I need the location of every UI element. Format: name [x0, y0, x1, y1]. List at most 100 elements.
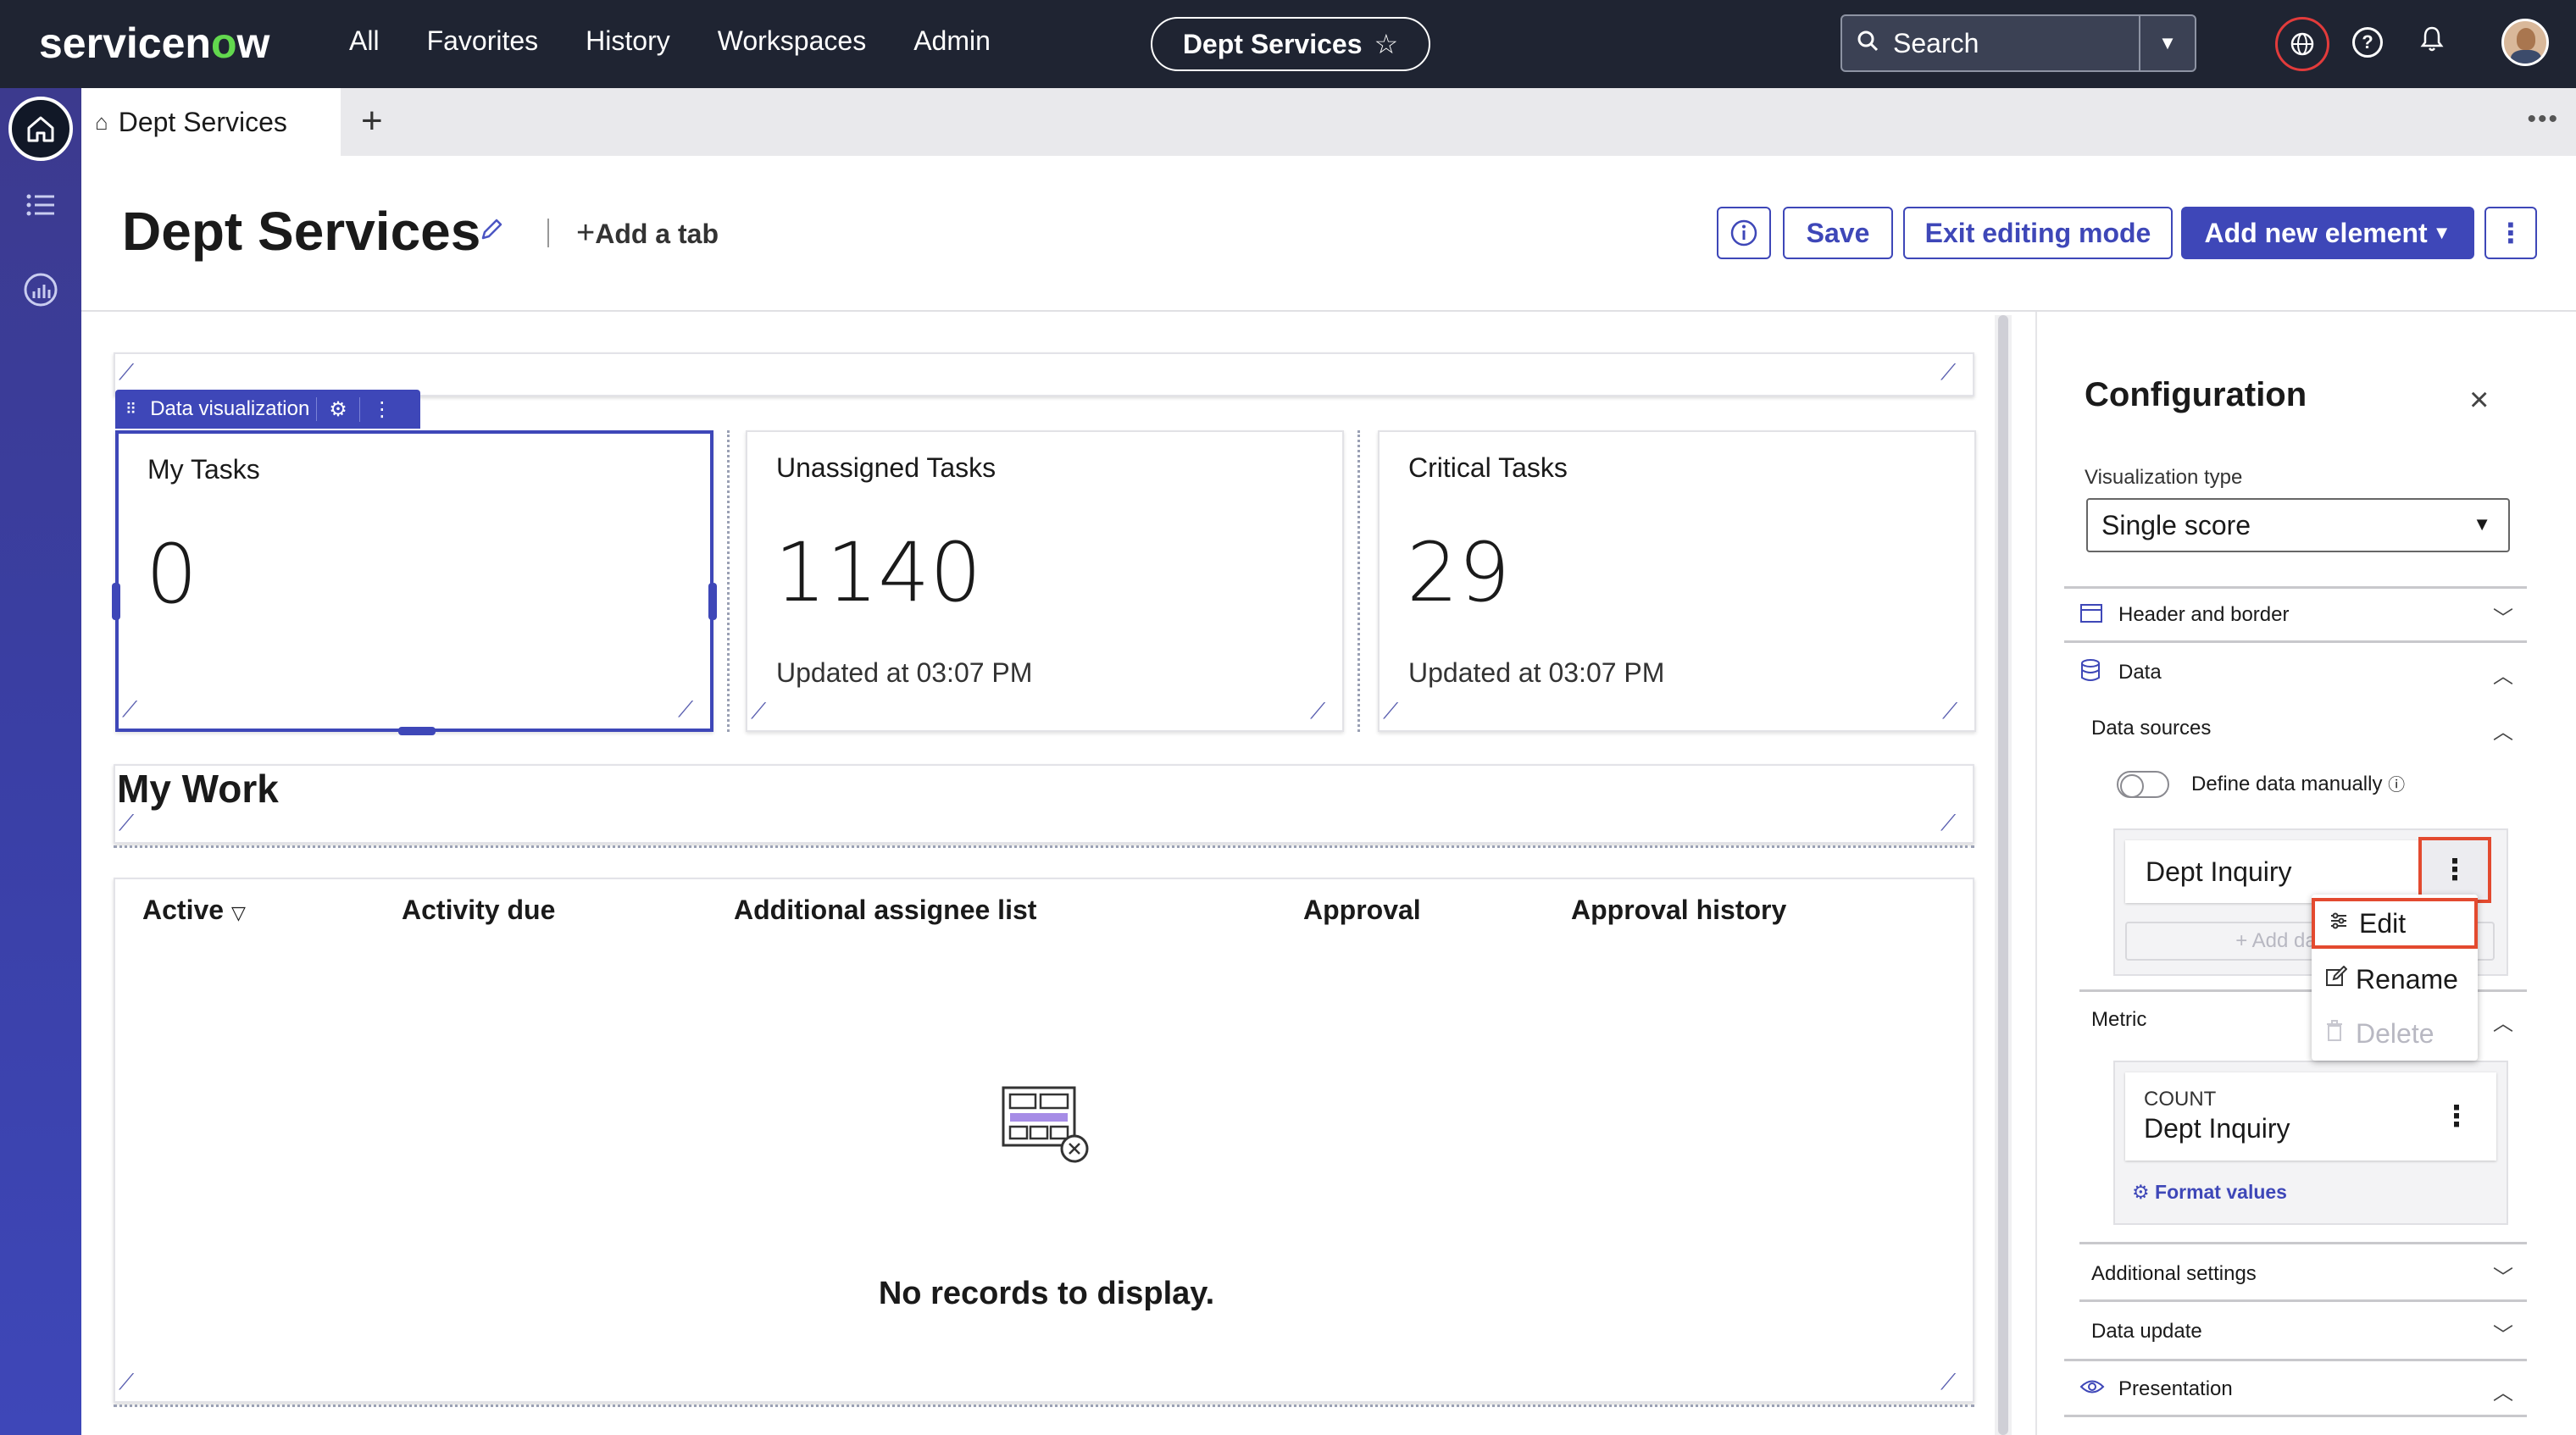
resize-grip-right[interactable] [708, 583, 717, 620]
servicenow-logo[interactable]: servicenow [39, 19, 269, 68]
search-input[interactable]: Search [1893, 28, 2139, 59]
globe-icon[interactable] [2275, 17, 2329, 71]
no-records-message: No records to display. [878, 1276, 1215, 1311]
plus-icon: + [576, 215, 596, 251]
chevron-down-icon: ▼ [2473, 513, 2491, 535]
menu-item-edit[interactable]: Edit [2312, 898, 2478, 949]
resize-grip-bottom[interactable] [398, 727, 436, 735]
list-icon[interactable] [22, 190, 59, 227]
data-source-card[interactable]: Dept Inquiry [2125, 840, 2451, 903]
resize-handle-icon[interactable]: ⟋ [1310, 698, 1339, 727]
help-icon[interactable]: ? [2352, 27, 2383, 58]
more-icon[interactable]: ••• [2527, 105, 2559, 134]
menu-all[interactable]: All [349, 25, 380, 57]
chevron-up-icon: ︿ [2493, 1382, 2513, 1405]
home-icon[interactable] [8, 97, 73, 161]
exit-editing-mode-button[interactable]: Exit editing mode [1903, 207, 2173, 259]
analytics-icon[interactable] [22, 271, 59, 308]
section-label: Data update [2091, 1320, 2202, 1343]
column-header-active[interactable]: Active ▽ [142, 895, 246, 926]
info-icon[interactable]: ⓘ [2388, 776, 2405, 795]
menu-item-delete[interactable]: Delete [2312, 1008, 2478, 1059]
column-header-additional-assignee-list[interactable]: Additional assignee list [734, 895, 1036, 926]
menu-workspaces[interactable]: Workspaces [718, 25, 866, 57]
column-header-activity-due[interactable]: Activity due [402, 895, 555, 926]
data-visualization-toolbar[interactable]: ⠿ Data visualization ⚙ ⋮ [115, 390, 420, 429]
resize-handle-icon[interactable]: ⟋ [1940, 1369, 1969, 1398]
menu-item-rename[interactable]: Rename [2312, 954, 2478, 1005]
resize-handle-icon[interactable]: ⟋ [1940, 810, 1969, 839]
info-button[interactable] [1717, 207, 1771, 259]
section-additional-settings[interactable]: Additional settings ﹀ [2091, 1262, 2527, 1289]
column-header-approval[interactable]: Approval [1303, 895, 1421, 926]
section-label: Metric [2091, 1008, 2147, 1031]
edit-title-pencil-icon[interactable] [478, 215, 505, 251]
no-records-icon [1002, 1086, 1089, 1163]
trash-icon [2325, 1019, 2356, 1048]
resize-handle-icon[interactable]: ⟋ [1942, 698, 1971, 727]
define-data-manually-toggle[interactable] [2117, 771, 2169, 798]
save-button[interactable]: Save [1783, 207, 1893, 259]
edit-square-icon [2325, 965, 2356, 994]
resize-handle-icon[interactable]: ⟋ [119, 810, 147, 839]
tab-strip: ⌂ Dept Services + ••• [81, 88, 2576, 156]
close-icon[interactable]: × [2469, 381, 2489, 419]
star-icon[interactable]: ☆ [1374, 28, 1398, 60]
resize-handle-icon[interactable]: ⟋ [119, 359, 147, 388]
metric-card[interactable]: COUNT Dept Inquiry ⋮ [2125, 1072, 2496, 1161]
tab-dept-services[interactable]: ⌂ Dept Services [81, 88, 341, 156]
menu-admin[interactable]: Admin [913, 25, 991, 57]
menu-favorites[interactable]: Favorites [427, 25, 539, 57]
add-new-element-button[interactable]: Add new element ▼ [2181, 207, 2474, 259]
score-card-my-tasks[interactable]: My Tasks 0 ⟋ ⟋ [112, 430, 717, 735]
global-search[interactable]: Search ▼ [1840, 14, 2196, 72]
visualization-type-value: Single score [2101, 509, 2251, 540]
user-avatar[interactable] [2501, 19, 2549, 66]
drag-handle-icon[interactable]: ⠿ [115, 401, 147, 418]
metric-kebab-icon[interactable]: ⋮ [2442, 1100, 2471, 1133]
visualization-type-select[interactable]: Single score ▼ [2086, 498, 2510, 552]
add-a-tab-link[interactable]: +Add a tab [576, 215, 719, 252]
add-data-source-label: + Add da [2235, 929, 2317, 952]
filter-icon[interactable]: ▽ [231, 902, 246, 923]
section-divider [2079, 1299, 2527, 1302]
resize-handle-icon[interactable]: ⟋ [1383, 698, 1412, 727]
score-card-title: My Tasks [147, 454, 260, 485]
add-tab-button[interactable]: + [361, 100, 383, 142]
info-icon [1730, 219, 1757, 247]
menu-history[interactable]: History [586, 25, 670, 57]
tab-label: Dept Services [118, 106, 287, 137]
resize-grip-left[interactable] [112, 583, 120, 620]
section-data-update[interactable]: Data update ﹀ [2091, 1320, 2527, 1347]
chevron-up-icon: ︿ [2493, 665, 2513, 688]
section-data-sources[interactable]: Data sources ︿ [2091, 717, 2527, 744]
score-card-updated: Updated at 03:07 PM [776, 657, 1033, 688]
kebab-icon[interactable]: ⋮ [360, 397, 404, 422]
score-card-unassigned-tasks[interactable]: Unassigned Tasks 1140 Updated at 03:07 P… [746, 430, 1344, 732]
section-label: Header and border [2118, 603, 2290, 626]
resize-handle-icon[interactable]: ⟋ [678, 696, 707, 725]
section-divider [2079, 1242, 2527, 1244]
resize-handle-icon[interactable]: ⟋ [1940, 359, 1969, 388]
eye-icon [2079, 1377, 2105, 1402]
score-card-value: 29 [1407, 525, 1511, 620]
resize-handle-icon[interactable]: ⟋ [751, 698, 780, 727]
resize-handle-icon[interactable]: ⟋ [119, 1369, 147, 1398]
search-scope-dropdown[interactable]: ▼ [2139, 16, 2195, 70]
format-values-link[interactable]: ⚙ Format values [2132, 1181, 2287, 1204]
menu-item-label: Edit [2359, 907, 2407, 939]
my-work-heading-block[interactable]: ⟋ ⟋ [114, 764, 1974, 844]
data-source-kebab-button[interactable]: ⋮ [2418, 837, 2491, 903]
notification-bell-icon[interactable] [2420, 25, 2444, 59]
canvas-scrollbar-thumb[interactable] [1998, 315, 2008, 1435]
workspace-pill[interactable]: Dept Services ☆ [1151, 17, 1430, 71]
column-header-approval-history[interactable]: Approval history [1571, 895, 1786, 926]
section-label: Presentation [2118, 1377, 2233, 1400]
section-label: Additional settings [2091, 1262, 2257, 1285]
settings-sliders-icon[interactable]: ⚙ [317, 396, 360, 422]
more-options-button[interactable]: ⋮ [2484, 207, 2537, 259]
resize-handle-icon[interactable]: ⟋ [122, 696, 151, 725]
score-card-critical-tasks[interactable]: Critical Tasks 29 Updated at 03:07 PM ⟋ … [1378, 430, 1976, 732]
score-card-value: 0 [146, 527, 198, 622]
score-card-title: Critical Tasks [1408, 452, 1568, 483]
